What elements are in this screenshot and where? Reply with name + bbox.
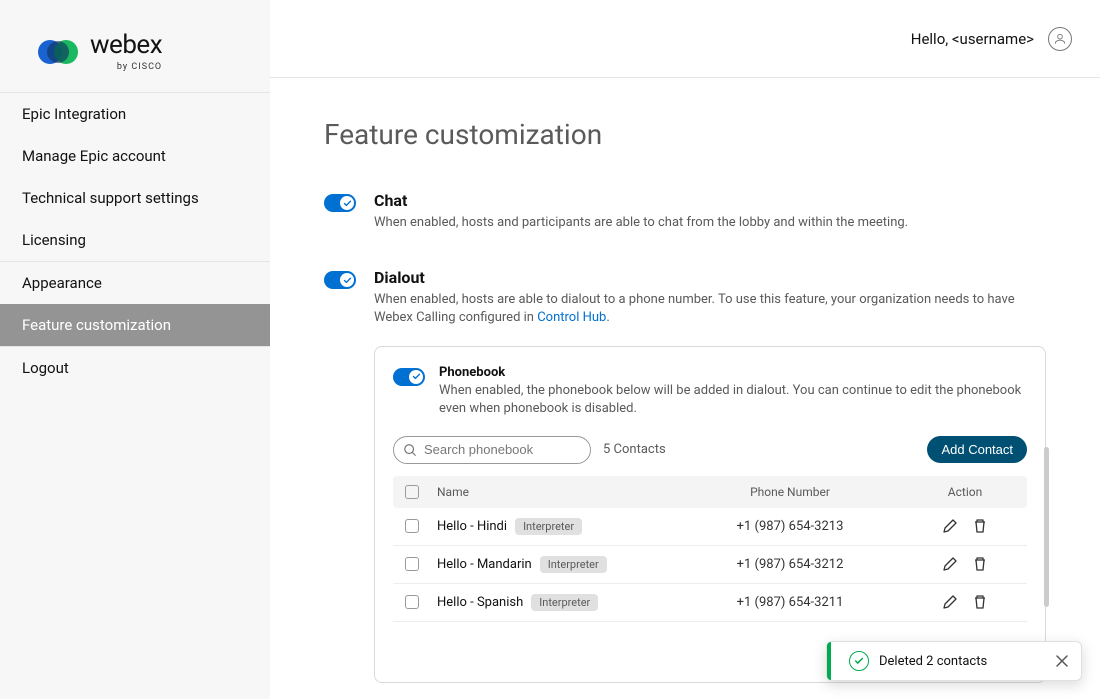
- select-all-checkbox[interactable]: [405, 485, 419, 499]
- contact-phone: +1 (987) 654-3213: [665, 519, 915, 534]
- check-icon: [343, 199, 352, 208]
- chat-title: Chat: [374, 191, 1046, 210]
- edit-icon[interactable]: [942, 556, 958, 572]
- dialout-desc-post: .: [606, 310, 609, 325]
- control-hub-link[interactable]: Control Hub: [537, 310, 606, 325]
- interpreter-badge: Interpreter: [540, 556, 607, 573]
- table-row: Hello - Hindi Interpreter +1 (987) 654-3…: [393, 508, 1027, 546]
- toast-status-bar: [827, 642, 831, 680]
- phonebook-desc: When enabled, the phonebook below will b…: [439, 382, 1027, 418]
- contact-phone: +1 (987) 654-3212: [665, 557, 915, 572]
- table-row: Hello - Mandarin Interpreter +1 (987) 65…: [393, 546, 1027, 584]
- webex-logo-icon: [36, 38, 80, 66]
- add-contact-button[interactable]: Add Contact: [927, 436, 1027, 463]
- brand-subtitle: by CISCO: [90, 62, 162, 72]
- sidebar-item-logout[interactable]: Logout: [0, 347, 270, 389]
- toast-message: Deleted 2 contacts: [879, 654, 1045, 669]
- contact-name: Hello - Mandarin: [437, 557, 532, 572]
- row-checkbox[interactable]: [405, 519, 419, 533]
- nav-group-1: Epic Integration Manage Epic account Tec…: [0, 92, 270, 261]
- check-icon: [343, 276, 352, 285]
- edit-icon[interactable]: [942, 594, 958, 610]
- greeting-text: Hello, <username>: [911, 30, 1034, 48]
- sidebar-item-feature-customization[interactable]: Feature customization: [0, 304, 270, 346]
- phonebook-title: Phonebook: [439, 365, 1027, 380]
- phonebook-toggle[interactable]: [393, 368, 425, 386]
- interpreter-badge: Interpreter: [515, 518, 582, 535]
- topbar: Hello, <username>: [270, 0, 1100, 78]
- col-phone: Phone Number: [665, 485, 915, 499]
- dialout-desc-pre: When enabled, hosts are able to dialout …: [374, 292, 1015, 325]
- sidebar-item-appearance[interactable]: Appearance: [0, 262, 270, 304]
- contact-name: Hello - Spanish: [437, 595, 523, 610]
- main: Hello, <username> Feature customization …: [270, 0, 1100, 699]
- delete-icon[interactable]: [972, 518, 988, 534]
- sidebar-item-licensing[interactable]: Licensing: [0, 219, 270, 261]
- dialout-desc: When enabled, hosts are able to dialout …: [374, 291, 1046, 327]
- brand-word: webex: [90, 32, 162, 58]
- contact-name: Hello - Hindi: [437, 519, 507, 534]
- scrollbar[interactable]: [1044, 447, 1049, 647]
- edit-icon[interactable]: [942, 518, 958, 534]
- contact-count: 5 Contacts: [603, 442, 666, 457]
- search-icon: [403, 443, 417, 457]
- avatar[interactable]: [1048, 27, 1072, 51]
- sidebar-item-manage-epic-account[interactable]: Manage Epic account: [0, 135, 270, 177]
- chat-desc: When enabled, hosts and participants are…: [374, 214, 1046, 232]
- contact-phone: +1 (987) 654-3211: [665, 595, 915, 610]
- success-icon: [849, 651, 869, 671]
- contacts-table: Name Phone Number Action Hello - Hindi I…: [393, 476, 1027, 622]
- col-name: Name: [437, 485, 665, 499]
- delete-icon[interactable]: [972, 594, 988, 610]
- dialout-toggle[interactable]: [324, 271, 356, 289]
- nav-group-3: Logout: [0, 346, 270, 389]
- feature-chat: Chat When enabled, hosts and participant…: [324, 191, 1046, 232]
- col-action: Action: [915, 485, 1015, 499]
- row-checkbox[interactable]: [405, 595, 419, 609]
- interpreter-badge: Interpreter: [531, 594, 598, 611]
- table-row: Hello - Spanish Interpreter +1 (987) 654…: [393, 584, 1027, 622]
- content: Feature customization Chat When enabled,…: [270, 78, 1100, 699]
- check-icon: [412, 372, 421, 381]
- table-header: Name Phone Number Action: [393, 476, 1027, 508]
- delete-icon[interactable]: [972, 556, 988, 572]
- dialout-title: Dialout: [374, 268, 1046, 287]
- feature-dialout: Dialout When enabled, hosts are able to …: [324, 268, 1046, 683]
- sidebar-item-epic-integration[interactable]: Epic Integration: [0, 93, 270, 135]
- close-icon[interactable]: [1055, 654, 1069, 668]
- toast: Deleted 2 contacts: [826, 641, 1082, 681]
- nav-group-2: Appearance Feature customization: [0, 261, 270, 346]
- sidebar-item-technical-support[interactable]: Technical support settings: [0, 177, 270, 219]
- chat-toggle[interactable]: [324, 194, 356, 212]
- sidebar: webex by CISCO Epic Integration Manage E…: [0, 0, 270, 699]
- page-title: Feature customization: [324, 118, 1046, 151]
- phonebook-card: Phonebook When enabled, the phonebook be…: [374, 346, 1046, 683]
- row-checkbox[interactable]: [405, 557, 419, 571]
- brand-logo: webex by CISCO: [0, 0, 270, 92]
- user-icon: [1053, 32, 1067, 46]
- search-input[interactable]: [393, 436, 591, 464]
